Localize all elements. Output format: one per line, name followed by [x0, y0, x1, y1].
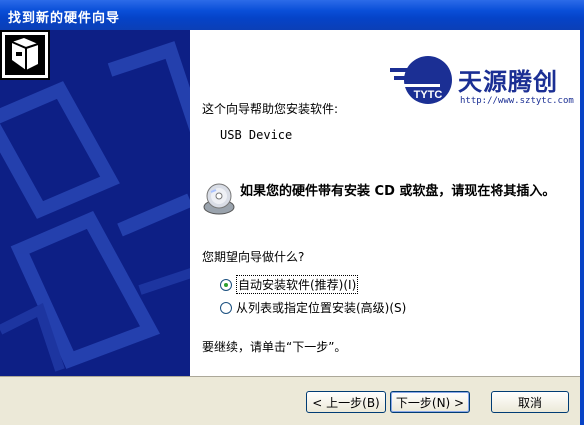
button-bar: < 上一步(B) 下一步(N) > 取消 — [0, 376, 584, 425]
window-title: 找到新的硬件向导 — [8, 11, 121, 26]
logo-tag: TYTC — [414, 89, 443, 101]
window-border — [580, 30, 584, 425]
continue-instruction: 要继续，请单击“下一步”。 — [202, 340, 347, 354]
title-bar[interactable]: 找到新的硬件向导 — [0, 0, 584, 30]
back-button[interactable]: < 上一步(B) — [306, 391, 386, 413]
tytc-logo-icon: TYTC — [390, 56, 452, 104]
logo-url: http://www.sztytc.com — [460, 96, 574, 106]
option-advanced-install[interactable]: 从列表或指定位置安装(高级)(S) — [220, 299, 406, 316]
insert-media-prompt: 如果您的硬件带有安装 CD 或软盘，请现在将其插入。 — [240, 184, 556, 199]
logo-name: 天源腾创 — [458, 68, 558, 96]
wizard-question: 您期望向导做什么? — [202, 250, 305, 264]
wizard-content: TYTC 天源腾创 http://www.sztytc.com 这个向导帮助您安… — [190, 30, 584, 376]
option-auto-install-label[interactable]: 自动安装软件(推荐)(I) — [236, 275, 359, 294]
cancel-button[interactable]: 取消 — [491, 391, 569, 413]
device-name: USB Device — [220, 128, 293, 142]
wizard-window: 找到新的硬件向导 TYTC 天源腾创 http://www.sztytc.com… — [0, 0, 584, 425]
option-auto-install[interactable]: 自动安装软件(推荐)(I) — [220, 275, 359, 294]
option-advanced-install-label[interactable]: 从列表或指定位置安装(高级)(S) — [236, 299, 406, 316]
wizard-banner — [0, 30, 190, 376]
intro-text: 这个向导帮助您安装软件: — [202, 102, 339, 116]
banner-pattern — [0, 30, 190, 376]
next-button[interactable]: 下一步(N) > — [390, 391, 470, 413]
radio-auto-install[interactable] — [220, 278, 232, 291]
cd-disk-icon — [203, 183, 235, 215]
hardware-device-icon — [0, 30, 50, 80]
company-logo: TYTC 天源腾创 http://www.sztytc.com — [390, 54, 580, 110]
radio-advanced-install[interactable] — [220, 301, 232, 314]
